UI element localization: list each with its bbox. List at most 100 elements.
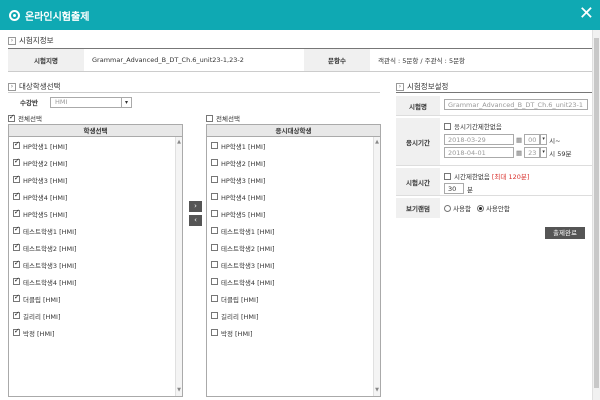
question-count-label: 문항수 xyxy=(304,49,370,71)
student-label: HP학생5 [HMI] xyxy=(221,210,266,219)
chevron-right-icon: › xyxy=(396,82,404,91)
student-label: 테스트학생4 [HMI] xyxy=(23,278,77,287)
student-label: HP학생4 [HMI] xyxy=(23,193,68,202)
end-date-input[interactable]: 2018-04-01 xyxy=(444,147,514,158)
list-item[interactable]: 더클립 [HMI] xyxy=(207,290,380,307)
target-list-header: 응시대상학생 xyxy=(207,125,380,137)
student-checkbox[interactable] xyxy=(13,140,20,149)
start-hour-select[interactable]: 00 xyxy=(524,134,541,145)
student-checkbox[interactable] xyxy=(211,227,218,234)
student-label: 테스트학생1 [HMI] xyxy=(23,227,77,236)
list-item[interactable]: HP학생1 [HMI] xyxy=(9,137,182,154)
close-icon[interactable]: ✕ xyxy=(579,4,594,24)
student-checkbox[interactable] xyxy=(13,327,20,336)
student-label: 박정 [HMI] xyxy=(221,329,253,338)
student-checkbox[interactable] xyxy=(13,191,20,200)
list-item[interactable]: 테스트학생1 [HMI] xyxy=(9,222,182,239)
chevron-down-icon[interactable]: ▾ xyxy=(540,147,548,158)
max-time-note: [최대 120분] xyxy=(491,173,530,181)
list-item[interactable]: HP학생2 [HMI] xyxy=(9,154,182,171)
list-item[interactable]: HP학생2 [HMI] xyxy=(207,154,380,171)
student-checkbox[interactable] xyxy=(211,142,218,149)
student-checkbox[interactable] xyxy=(211,295,218,302)
target-list-scrollbar[interactable]: ▲ ▼ xyxy=(373,137,380,396)
exam-name-value: Grammar_Advanced_B_DT_Ch.6_unit23-1,23-2 xyxy=(92,56,244,64)
move-right-button[interactable]: › xyxy=(189,201,202,212)
exam-name-input[interactable]: Grammar_Advanced_B_DT_Ch.6_unit23-1 xyxy=(444,99,588,110)
list-item[interactable]: 박정 [HMI] xyxy=(207,324,380,341)
list-item[interactable]: HP학생4 [HMI] xyxy=(9,188,182,205)
student-label: HP학생2 [HMI] xyxy=(221,159,266,168)
student-checkbox[interactable] xyxy=(13,225,20,234)
student-checkbox[interactable] xyxy=(13,157,20,166)
student-list-scrollbar[interactable]: ▲ ▼ xyxy=(175,137,182,396)
left-select-all-checkbox[interactable] xyxy=(8,113,15,122)
view-use-radio[interactable] xyxy=(444,204,451,212)
exam-time-label: 시험시간 xyxy=(396,168,440,195)
exam-time-input[interactable]: 30 xyxy=(444,183,464,194)
student-checkbox[interactable] xyxy=(211,244,218,251)
student-label: HP학생1 [HMI] xyxy=(23,142,68,151)
student-checkbox[interactable] xyxy=(13,242,20,251)
list-item[interactable]: 테스트학생4 [HMI] xyxy=(9,273,182,290)
course-select[interactable]: HMI ▾ xyxy=(50,96,132,108)
student-checkbox[interactable] xyxy=(211,210,218,217)
student-label: HP학생4 [HMI] xyxy=(221,193,266,202)
list-item[interactable]: HP학생3 [HMI] xyxy=(207,171,380,188)
end-hour-select[interactable]: 23 xyxy=(524,147,541,158)
student-list: 학생선택 HP학생1 [HMI] HP학생2 [HMI] HP학생3 [HMI] HP… xyxy=(8,124,183,397)
student-checkbox[interactable] xyxy=(13,174,20,183)
list-item[interactable]: 박정 [HMI] xyxy=(9,324,182,341)
list-item[interactable]: HP학생5 [HMI] xyxy=(9,205,182,222)
student-checkbox[interactable] xyxy=(211,329,218,336)
start-date-input[interactable]: 2018-03-29 xyxy=(444,134,514,145)
student-checkbox[interactable] xyxy=(211,176,218,183)
list-item[interactable]: 테스트학생4 [HMI] xyxy=(207,273,380,290)
list-item[interactable]: 테스트학생3 [HMI] xyxy=(207,256,380,273)
right-select-all-checkbox[interactable] xyxy=(206,114,213,122)
title-bar: 온라인시험출제 ✕ xyxy=(0,0,600,30)
student-checkbox[interactable] xyxy=(211,261,218,268)
list-item[interactable]: 더클립 [HMI] xyxy=(9,290,182,307)
calendar-icon[interactable]: ▦ xyxy=(516,149,522,157)
submit-exam-button[interactable]: 출제완료 xyxy=(545,227,585,239)
student-label: HP학생3 [HMI] xyxy=(23,176,68,185)
student-checkbox[interactable] xyxy=(13,276,20,285)
move-left-button[interactable]: ‹ xyxy=(189,215,202,226)
list-item[interactable]: HP학생3 [HMI] xyxy=(9,171,182,188)
time-unlimited-checkbox[interactable] xyxy=(444,172,451,180)
list-item[interactable]: HP학생5 [HMI] xyxy=(207,205,380,222)
chevron-right-icon: › xyxy=(8,82,16,91)
student-checkbox[interactable] xyxy=(211,312,218,319)
list-item[interactable]: 길리리 [HMI] xyxy=(207,307,380,324)
window-title: 온라인시험출제 xyxy=(25,11,90,23)
list-item[interactable]: 테스트학생1 [HMI] xyxy=(207,222,380,239)
student-checkbox[interactable] xyxy=(211,193,218,200)
list-item[interactable]: HP학생1 [HMI] xyxy=(207,137,380,154)
list-item[interactable]: 길리리 [HMI] xyxy=(9,307,182,324)
student-checkbox[interactable] xyxy=(13,310,20,319)
exam-settings-section-title: › 시험정보설정 xyxy=(396,81,448,92)
student-checkbox[interactable] xyxy=(13,208,20,217)
student-checkbox[interactable] xyxy=(211,278,218,285)
student-checkbox[interactable] xyxy=(13,293,20,302)
list-item[interactable]: 테스트학생2 [HMI] xyxy=(9,239,182,256)
page-scrollbar[interactable] xyxy=(592,30,600,400)
student-label: 길리리 [HMI] xyxy=(221,312,259,321)
chevron-down-icon[interactable]: ▾ xyxy=(540,134,548,145)
scrollbar-thumb[interactable] xyxy=(594,38,599,388)
list-item[interactable]: HP학생4 [HMI] xyxy=(207,188,380,205)
period-row: 응시기간 응시기간제한없음 2018-03-29 ▦ 00 ▾ 시~ 2018-… xyxy=(396,118,592,166)
left-select-all[interactable]: 전체선택 xyxy=(8,113,42,123)
right-select-all[interactable]: 전체선택 xyxy=(206,113,240,123)
student-checkbox[interactable] xyxy=(13,259,20,268)
exam-name-row: 시험명 Grammar_Advanced_B_DT_Ch.6_unit23-1 xyxy=(396,96,592,116)
student-label: HP학생1 [HMI] xyxy=(221,142,266,151)
period-unlimited-checkbox[interactable] xyxy=(444,122,451,130)
calendar-icon[interactable]: ▦ xyxy=(516,136,522,144)
student-checkbox[interactable] xyxy=(211,159,218,166)
list-item[interactable]: 테스트학생3 [HMI] xyxy=(9,256,182,273)
chevron-right-icon: › xyxy=(8,36,16,45)
list-item[interactable]: 테스트학생2 [HMI] xyxy=(207,239,380,256)
view-nouse-radio[interactable] xyxy=(476,204,484,212)
